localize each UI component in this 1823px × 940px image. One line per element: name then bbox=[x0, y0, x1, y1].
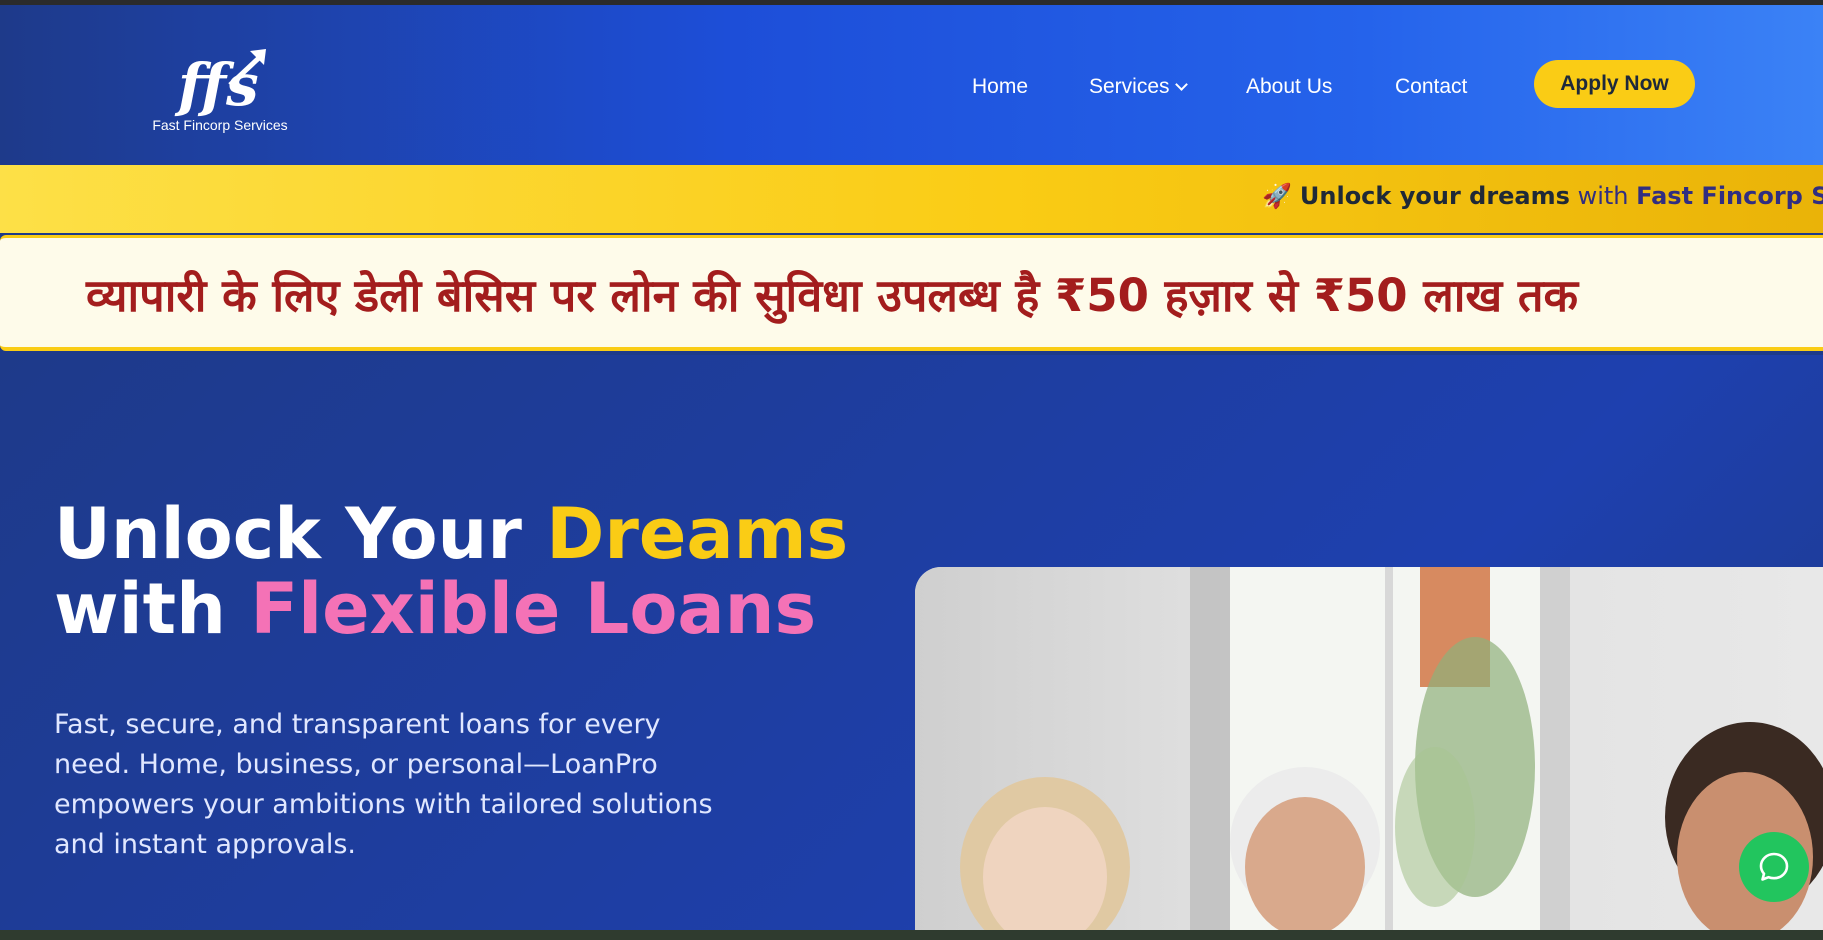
nav-home[interactable]: Home bbox=[972, 75, 1028, 99]
marquee-ticker: 🚀Unlock your dreams with Fast Fincorp Se… bbox=[0, 165, 1823, 233]
announcement-text: व्यापारी के लिए डेली बेसिस पर लोन की सुव… bbox=[86, 269, 1579, 322]
svg-text:ffs: ffs bbox=[174, 51, 259, 117]
ffs-logo-icon: ffs bbox=[174, 49, 266, 117]
rocket-icon: 🚀 bbox=[1262, 182, 1292, 210]
family-photo-image bbox=[915, 567, 1823, 930]
hero-section: Unlock Your Dreams with Flexible Loans F… bbox=[0, 355, 1823, 930]
hero-title-white-1: Unlock Your bbox=[54, 493, 547, 575]
ticker-content: 🚀Unlock your dreams with Fast Fincorp Se… bbox=[1262, 182, 1823, 210]
announcement-banner: व्यापारी के लिए डेली बेसिस पर लोन की सुव… bbox=[0, 235, 1823, 351]
nav-about[interactable]: About Us bbox=[1246, 75, 1332, 99]
chevron-down-icon bbox=[1174, 78, 1188, 91]
hero-description: Fast, secure, and transparent loans for … bbox=[54, 709, 713, 860]
hero-title-white-2: with bbox=[54, 568, 251, 650]
apply-now-button[interactable]: Apply Now bbox=[1534, 60, 1695, 108]
hero-title-highlight-dreams: Dreams bbox=[546, 493, 849, 575]
ticker-brand-text: Fast Fincorp Servic bbox=[1636, 182, 1823, 210]
chat-bubble-icon bbox=[1759, 852, 1789, 881]
browser-bottom-strip bbox=[0, 930, 1823, 940]
chat-button[interactable] bbox=[1739, 832, 1809, 902]
hero-title-highlight-loans: Flexible Loans bbox=[250, 568, 817, 650]
ticker-with-text: with bbox=[1577, 182, 1629, 210]
ticker-bold-text: Unlock your dreams bbox=[1299, 182, 1570, 210]
nav-services[interactable]: Services bbox=[1089, 75, 1188, 99]
nav-contact[interactable]: Contact bbox=[1395, 75, 1467, 99]
hero-title: Unlock Your Dreams with Flexible Loans bbox=[54, 497, 848, 647]
brand-logo[interactable]: ffs Fast Fincorp Services bbox=[140, 45, 300, 135]
site-header: ffs Fast Fincorp Services Home Services … bbox=[0, 5, 1823, 165]
brand-name: Fast Fincorp Services bbox=[152, 117, 288, 133]
nav-services-label: Services bbox=[1089, 75, 1170, 98]
hero-photo bbox=[915, 567, 1823, 930]
